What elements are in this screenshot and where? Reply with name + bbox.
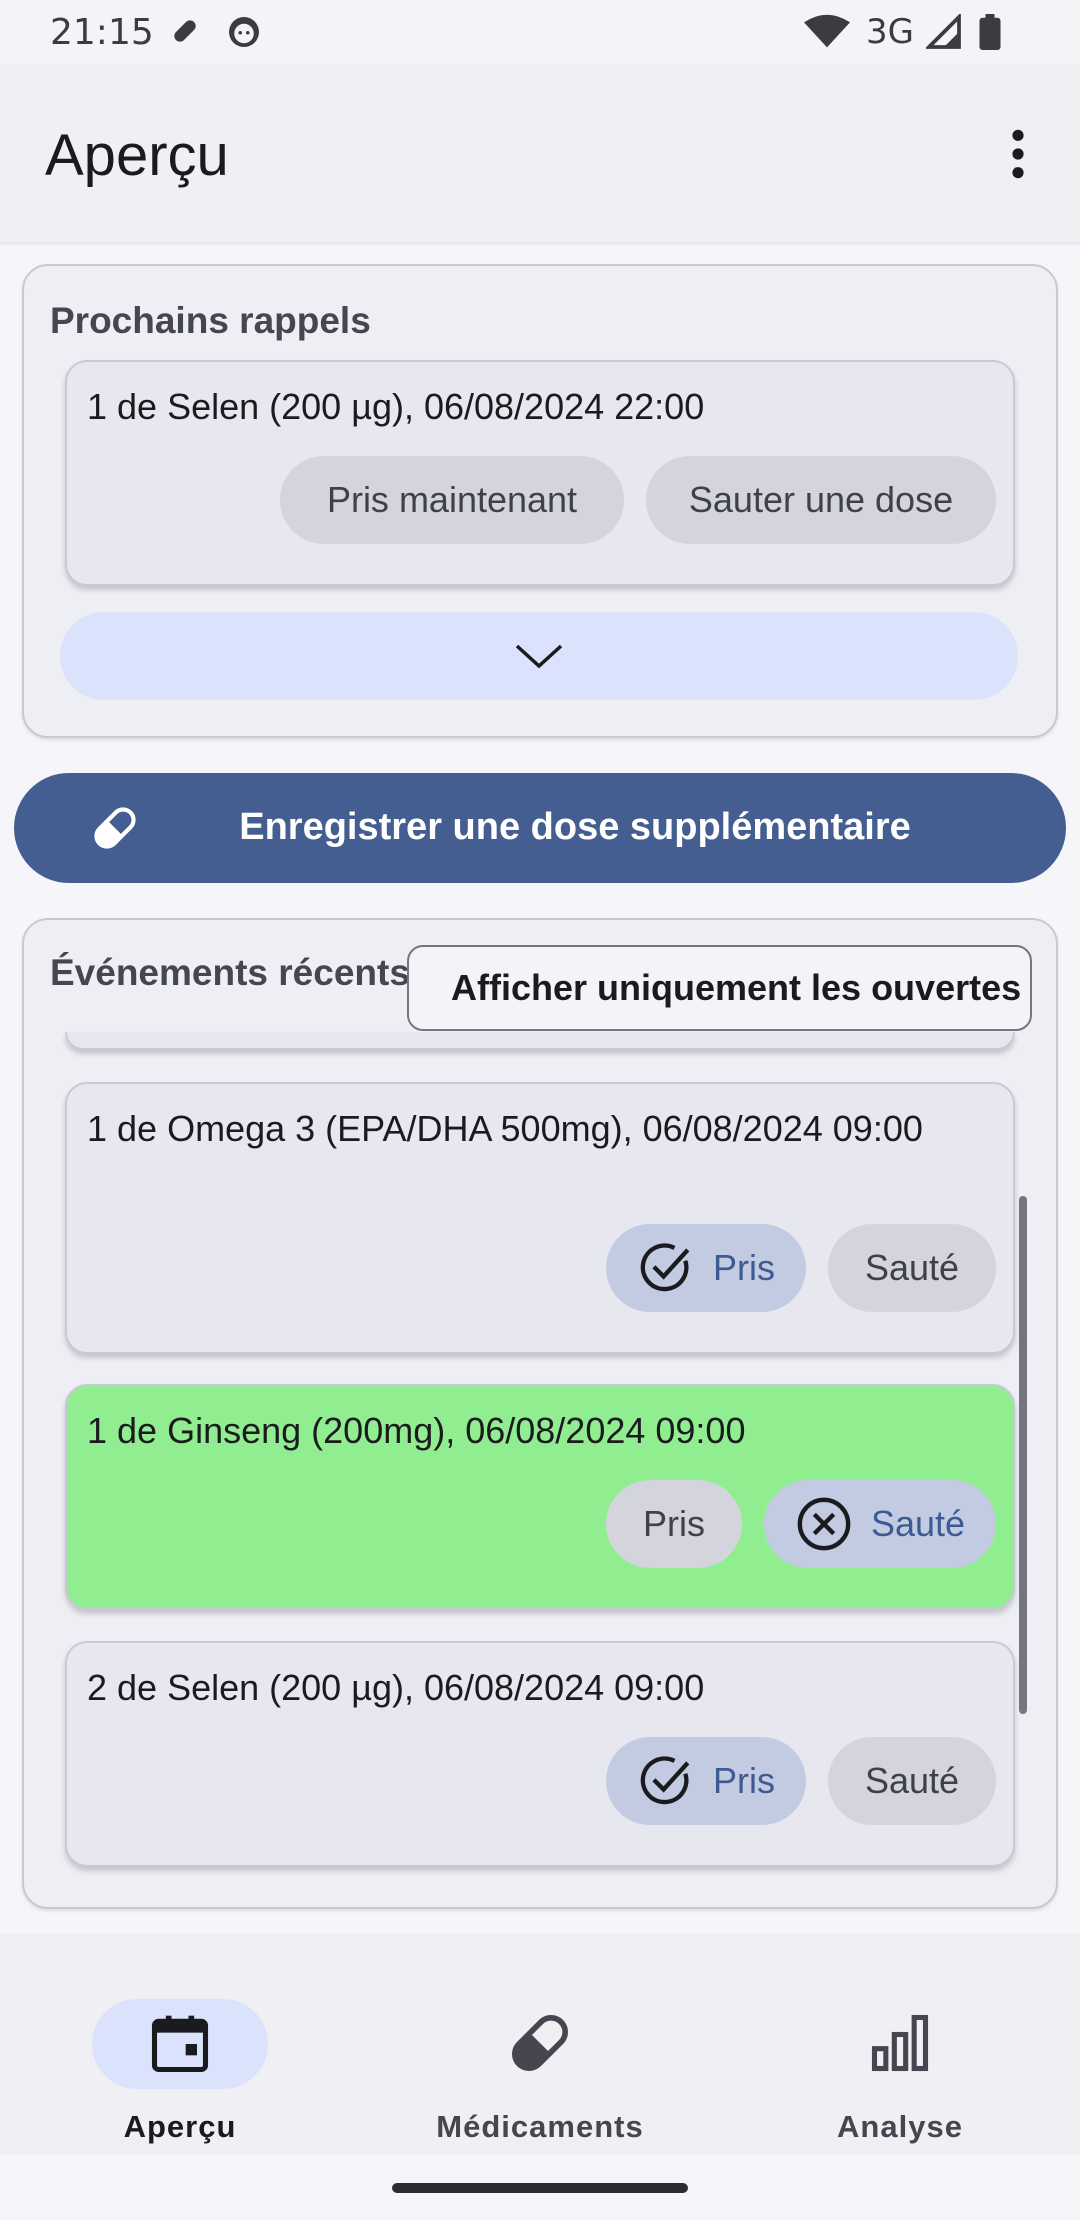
skip-dose-button[interactable]: Sauter une dose (646, 456, 996, 544)
taken-button[interactable]: Pris (606, 1737, 806, 1825)
nav-item-overview[interactable]: Aperçu (0, 1965, 360, 2144)
taken-button[interactable]: Pris (606, 1224, 806, 1312)
taken-button[interactable]: Pris (606, 1480, 742, 1568)
recent-events-title: Événements récents (50, 952, 410, 993)
event-item: 1 de Omega 3 (EPA/DHA 500mg), 06/08/2024… (65, 1082, 1015, 1354)
take-now-button[interactable]: Pris maintenant (280, 456, 624, 544)
status-time: 21:15 (50, 12, 154, 53)
add-extra-dose-label: Enregistrer une dose supplémentaire (239, 806, 911, 848)
more-options-icon[interactable] (990, 126, 1046, 182)
wifi-icon (804, 14, 850, 48)
reminder-item: 1 de Selen (200 µg), 06/08/2024 22:00 Pr… (65, 360, 1015, 586)
nav-label-overview: Aperçu (123, 2109, 237, 2144)
add-extra-dose-button[interactable]: Enregistrer une dose supplémentaire (14, 773, 1066, 883)
show-open-only-button[interactable]: Afficher uniquement les ouvertes (407, 945, 1032, 1031)
scrollbar[interactable] (1019, 1196, 1027, 1714)
skipped-label: Sauté (870, 1503, 966, 1544)
bottom-navigation: Aperçu Médicaments Analyse (0, 1933, 1080, 2155)
skip-dose-label: Sauter une dose (688, 479, 954, 520)
skipped-button[interactable]: Sauté (764, 1480, 996, 1568)
skipped-button[interactable]: Sauté (828, 1737, 996, 1825)
nav-item-medications[interactable]: Médicaments (360, 1965, 720, 2144)
network-type: 3G (866, 12, 914, 52)
face-status-icon (229, 17, 259, 47)
cancel-circle-icon (797, 1497, 851, 1551)
chevron-down-icon (515, 644, 563, 669)
pill-status-icon (174, 20, 196, 42)
event-item: 2 de Selen (200 µg), 06/08/2024 09:00 Pr… (65, 1641, 1015, 1867)
expand-reminders-button[interactable] (60, 612, 1018, 700)
skipped-button[interactable]: Sauté (828, 1224, 996, 1312)
page-title: Aperçu (45, 123, 229, 188)
show-open-only-label: Afficher uniquement les ouvertes (451, 967, 1022, 1008)
list-item-partial (65, 1032, 1015, 1050)
skipped-label: Sauté (864, 1760, 960, 1801)
bar-chart-icon (871, 2014, 929, 2072)
status-bar: 21:15 3G (0, 0, 1080, 64)
nav-label-analysis: Analyse (837, 2109, 963, 2144)
taken-label: Pris (713, 1247, 775, 1288)
event-text: 1 de Ginseng (200mg), 06/08/2024 09:00 (87, 1410, 746, 1451)
taken-label: Pris (713, 1760, 775, 1801)
app-bar: Aperçu (0, 64, 1080, 242)
pill-icon (511, 2014, 569, 2072)
event-item: 1 de Ginseng (200mg), 06/08/2024 09:00 P… (65, 1384, 1015, 1610)
event-text: 1 de Omega 3 (EPA/DHA 500mg), 06/08/2024… (87, 1108, 923, 1149)
nav-label-medications: Médicaments (436, 2109, 644, 2144)
skipped-label: Sauté (864, 1247, 960, 1288)
check-circle-icon (640, 1243, 690, 1292)
taken-label: Pris (643, 1503, 705, 1544)
battery-icon (979, 14, 1001, 50)
event-text: 2 de Selen (200 µg), 06/08/2024 09:00 (87, 1667, 705, 1708)
gesture-navigation-bar[interactable] (392, 2183, 688, 2193)
signal-icon (926, 14, 961, 49)
reminders-title: Prochains rappels (50, 300, 371, 341)
nav-item-analysis[interactable]: Analyse (720, 1965, 1080, 2144)
list-bottom-fade (50, 1880, 1030, 1890)
calendar-icon (151, 2015, 209, 2073)
reminder-text: 1 de Selen (200 µg), 06/08/2024 22:00 (87, 386, 705, 427)
check-circle-icon (640, 1756, 690, 1805)
take-now-label: Pris maintenant (326, 479, 578, 520)
